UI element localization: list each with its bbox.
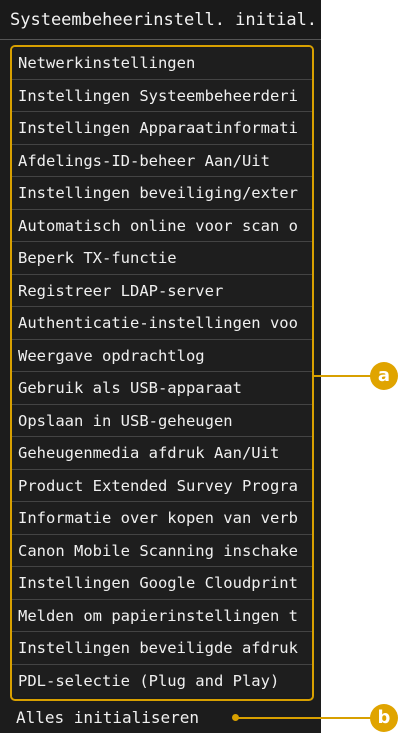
callout-a-badge: a [370, 362, 398, 390]
list-item[interactable]: Melden om papierinstellingen t [12, 599, 312, 632]
list-item[interactable]: Gebruik als USB-apparaat [12, 372, 312, 405]
list-item[interactable]: Registreer LDAP-server [12, 274, 312, 307]
callout-b-badge: b [370, 704, 398, 732]
list-item[interactable]: Instellingen Apparaatinformati [12, 112, 312, 145]
list-item[interactable]: PDL-selectie (Plug and Play) [12, 664, 312, 697]
list-item[interactable]: Instellingen Google Cloudprint [12, 567, 312, 600]
list-item[interactable]: Canon Mobile Scanning inschake [12, 534, 312, 567]
list-item[interactable]: Geheugenmedia afdruk Aan/Uit [12, 437, 312, 470]
list-item[interactable]: Instellingen Systeembeheerderi [12, 79, 312, 112]
list-item[interactable]: Instellingen beveiligde afdruk [12, 632, 312, 665]
list-item[interactable]: Weergave opdrachtlog [12, 339, 312, 372]
list-item[interactable]: Product Extended Survey Progra [12, 469, 312, 502]
page-title: Systeembeheerinstell. initial. [0, 0, 321, 40]
list-item[interactable]: Authenticatie-instellingen voo [12, 307, 312, 340]
initialize-all-item[interactable]: Alles initialiseren [10, 704, 199, 732]
settings-list: Netwerkinstellingen Instellingen Systeem… [10, 45, 314, 701]
settings-panel: Systeembeheerinstell. initial. Netwerkin… [0, 0, 321, 733]
list-item[interactable]: Instellingen beveiliging/exter [12, 177, 312, 210]
list-item[interactable]: Afdelings-ID-beheer Aan/Uit [12, 144, 312, 177]
callout-a-line [314, 375, 372, 377]
list-item[interactable]: Netwerkinstellingen [12, 47, 312, 80]
callout-b-line [237, 717, 372, 719]
list-item[interactable]: Automatisch online voor scan o [12, 209, 312, 242]
list-item[interactable]: Beperk TX-functie [12, 242, 312, 275]
list-item[interactable]: Informatie over kopen van verb [12, 502, 312, 535]
list-item[interactable]: Opslaan in USB-geheugen [12, 404, 312, 437]
